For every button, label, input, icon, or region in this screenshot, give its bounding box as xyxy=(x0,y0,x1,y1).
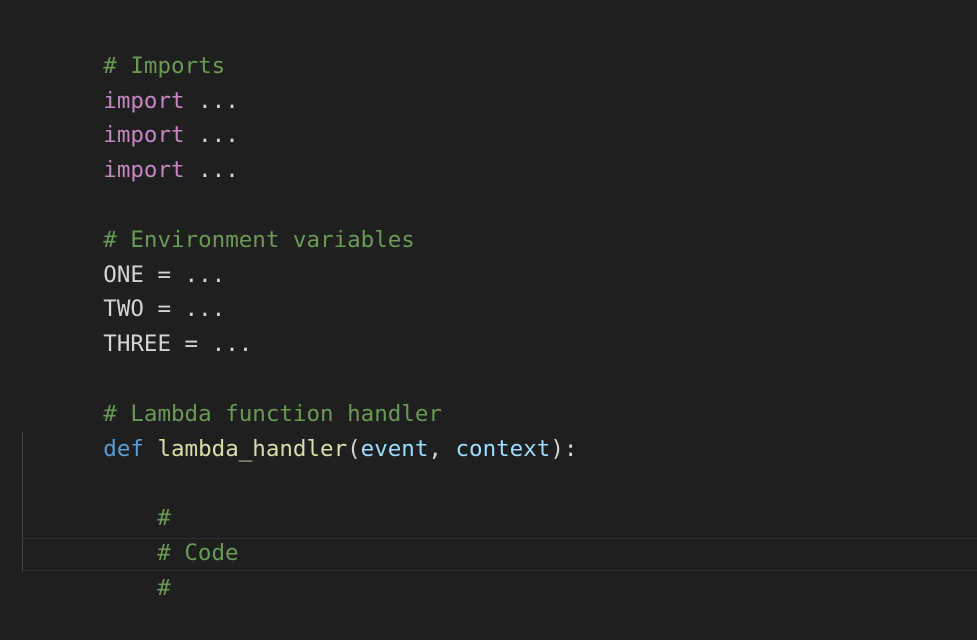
code-line-11[interactable]: # Lambda function handler xyxy=(22,362,977,427)
code-line-1[interactable]: # Imports xyxy=(22,14,977,79)
code-line-16[interactable]: # xyxy=(22,536,977,601)
code-line-3[interactable]: import ... xyxy=(22,84,977,148)
code-line-4[interactable]: import ... xyxy=(22,118,977,183)
code-line-12[interactable]: def lambda_handler(event, context): xyxy=(22,397,977,462)
code-line-15[interactable]: # Code xyxy=(22,501,977,566)
code-line-14[interactable]: # xyxy=(22,466,977,531)
code-line-9[interactable]: THREE = ... xyxy=(22,292,977,357)
code-line-13[interactable] xyxy=(22,432,977,467)
comment-hash: # xyxy=(157,574,171,601)
code-line-2[interactable]: import ... xyxy=(22,49,977,114)
code-line-10[interactable] xyxy=(22,327,977,362)
code-line-7[interactable]: ONE = ... xyxy=(22,223,977,288)
code-editor[interactable]: # Imports import ... import ... import .… xyxy=(0,0,977,604)
code-line-6[interactable]: # Environment variables xyxy=(22,188,977,253)
code-line-8[interactable]: TWO = ... xyxy=(22,258,977,322)
code-content[interactable]: # Imports import ... import ... import .… xyxy=(22,14,977,601)
code-line-5[interactable] xyxy=(22,153,977,188)
